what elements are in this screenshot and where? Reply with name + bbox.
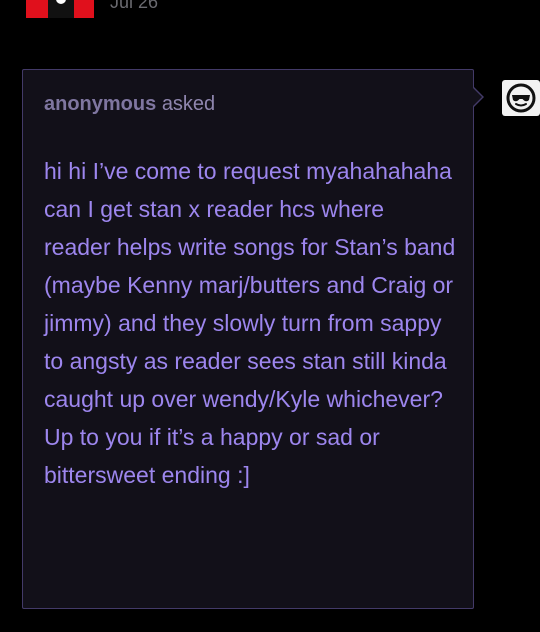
asker-avatar[interactable] — [502, 80, 540, 116]
asked-label: asked — [161, 93, 216, 115]
anonymous-sunglasses-icon — [506, 83, 536, 113]
asker-name: anonymous — [44, 93, 157, 115]
ask-card: anonymous asked hi hi I’ve come to reque… — [22, 69, 474, 609]
card-pointer-arrow — [472, 86, 484, 108]
blog-avatar-icon — [48, 0, 74, 18]
ask-body: hi hi I’ve come to request myahahahaha c… — [44, 158, 456, 488]
post-date: Jul 26 — [110, 0, 159, 12]
blog-avatar[interactable] — [26, 0, 94, 18]
ask-header: anonymous asked — [44, 92, 215, 116]
